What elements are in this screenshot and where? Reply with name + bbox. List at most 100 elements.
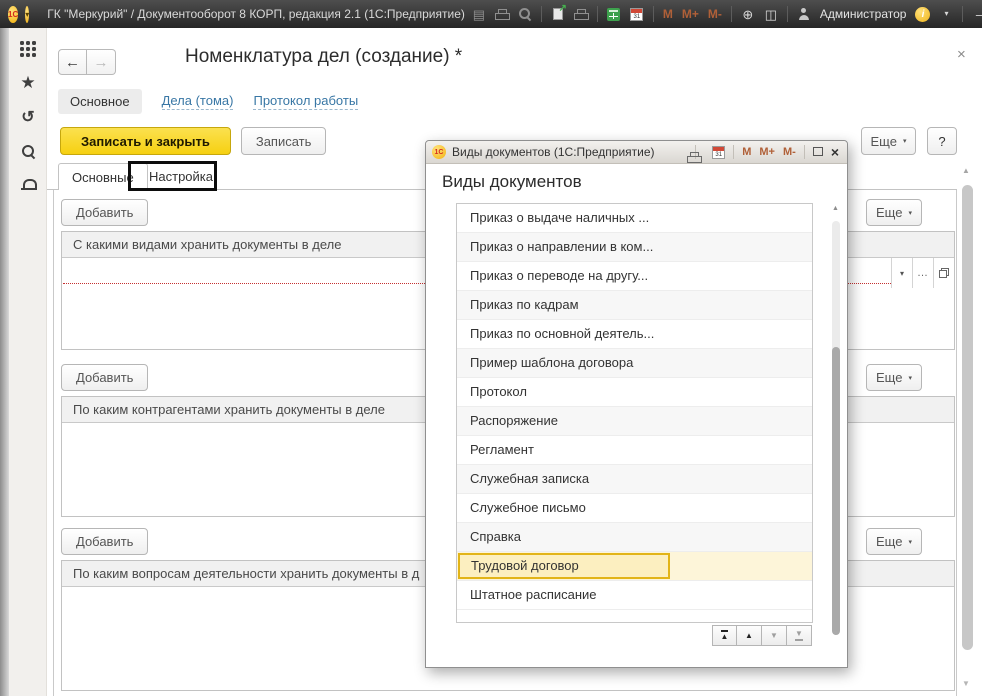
back-button[interactable]: ← (58, 49, 87, 75)
1c-logo-icon: 1С (8, 5, 19, 23)
memory-add-button[interactable]: M+ (682, 7, 699, 21)
form-navigation: Основное Дела (тома) Протокол работы (58, 88, 359, 114)
annotation-highlight-box (128, 161, 217, 191)
open-item-icon[interactable] (933, 258, 954, 288)
window-frame-edge (0, 28, 9, 696)
user-icon (797, 8, 811, 20)
1c-logo-icon: 1С (432, 145, 446, 159)
menu-grid-icon[interactable] (9, 36, 47, 62)
move-to-top-button[interactable]: ▲ (712, 625, 737, 646)
more-button-activities[interactable]: Еще ▾ (866, 528, 922, 555)
print-file-icon[interactable] (574, 8, 590, 20)
memory-add-button[interactable]: M+ (759, 146, 775, 158)
divider (730, 6, 732, 22)
search-icon[interactable] (9, 138, 47, 164)
add-button-counterparties[interactable]: Добавить (61, 364, 149, 391)
page-title: Номенклатура дел (создание) * (185, 46, 463, 67)
dialog-heading: Виды документов (442, 172, 582, 191)
list-item[interactable]: Штатное расписание (457, 581, 812, 610)
add-button-activities[interactable]: Добавить (61, 528, 149, 555)
app-window: 1С ▾ ГК "Меркурий" / Документооборот 8 К… (0, 0, 982, 696)
window-title: ГК "Меркурий" / Документооборот 8 КОРП, … (47, 7, 465, 21)
zoom-icon[interactable]: ⊕ (741, 8, 755, 21)
scroll-down-icon[interactable]: ▼ (962, 679, 970, 688)
divider (786, 6, 788, 22)
chevron-down-icon: ▾ (908, 209, 912, 217)
list-item[interactable]: Протокол (457, 378, 812, 407)
list-item[interactable]: Приказ по основной деятель... (457, 320, 812, 349)
list-item[interactable]: Служебное письмо (457, 494, 812, 523)
forward-button[interactable]: → (87, 49, 116, 75)
divider (596, 6, 598, 22)
favorites-icon[interactable]: ★ (9, 70, 47, 96)
list-item-selected[interactable]: Трудовой договор (457, 552, 812, 581)
move-down-button[interactable]: ▼ (762, 625, 787, 646)
save-icon[interactable]: ▤ (472, 8, 486, 21)
list-item[interactable]: Служебная записка (457, 465, 812, 494)
list-item[interactable]: Регламент (457, 436, 812, 465)
save-and-close-button[interactable]: Записать и закрыть (60, 127, 231, 155)
user-name[interactable]: Администратор (820, 7, 907, 21)
scroll-up-icon[interactable]: ▲ (832, 205, 839, 212)
save-button[interactable]: Записать (240, 127, 327, 155)
memory-subtract-button[interactable]: M- (783, 146, 796, 158)
divider (962, 6, 964, 22)
main-vertical-scrollbar[interactable]: ▲ ▼ (959, 164, 979, 690)
selected-cell[interactable]: Трудовой договор (458, 553, 670, 579)
more-button-top[interactable]: Еще ▾ (861, 127, 916, 155)
scroll-thumb[interactable] (832, 347, 840, 635)
list-item[interactable]: Распоряжение (457, 407, 812, 436)
divider (652, 6, 654, 22)
list-item[interactable]: Приказ о переводе на другу... (457, 262, 812, 291)
divider (733, 145, 735, 159)
scroll-down-icon[interactable]: ▼ (832, 630, 839, 637)
list-item[interactable]: Приказ о выдаче наличных ... (457, 204, 812, 233)
move-to-bottom-button[interactable]: ▼ (787, 625, 812, 646)
nav-link-cases[interactable]: Дела (тома) (161, 93, 234, 110)
dialog-close-button[interactable]: × (831, 144, 839, 160)
print-preview-icon[interactable] (518, 8, 532, 20)
info-icon[interactable]: i (915, 6, 931, 22)
scroll-thumb[interactable] (962, 185, 973, 650)
list-item[interactable]: Пример шаблона договора (457, 349, 812, 378)
add-button-doc-types[interactable]: Добавить (61, 199, 149, 226)
calculator-icon[interactable] (607, 7, 621, 21)
form-close-icon[interactable]: × (957, 46, 966, 63)
main-menu-button[interactable]: ▾ (25, 5, 30, 23)
chevron-down-icon[interactable]: ▾ (939, 10, 953, 18)
memory-recall-button[interactable]: M (742, 146, 751, 158)
notifications-bell-icon[interactable] (9, 172, 47, 198)
dialog-vertical-scrollbar[interactable]: ▲ ▼ (829, 205, 843, 637)
divider (540, 6, 542, 22)
minimize-button[interactable]: – (972, 8, 982, 21)
list-reorder-buttons: ▲ ▲ ▼ ▼ (712, 625, 812, 646)
memory-recall-button[interactable]: M (663, 7, 673, 21)
attach-file-icon[interactable]: ↗ (551, 4, 567, 20)
history-nav-buttons: ← → (58, 49, 116, 75)
split-columns-icon[interactable]: ◫ (764, 8, 778, 21)
nav-link-main[interactable]: Основное (58, 88, 142, 114)
chevron-down-icon: ▾ (908, 538, 912, 546)
scroll-up-icon[interactable]: ▲ (962, 166, 970, 175)
list-item[interactable]: Приказ по кадрам (457, 291, 812, 320)
dialog-maximize-button[interactable] (812, 143, 823, 161)
chevron-down-icon: ▾ (908, 374, 912, 382)
history-icon[interactable]: ↺ (9, 104, 47, 130)
list-item[interactable]: Приказ о направлении в ком... (457, 233, 812, 262)
more-button-counterparties[interactable]: Еще ▾ (866, 364, 922, 391)
dialog-titlebar: 1С Виды документов (1С:Предприятие) 31 M… (426, 141, 847, 164)
dialog-window-title: Виды документов (1С:Предприятие) (452, 145, 655, 159)
doc-types-list: Приказ о выдаче наличных ... Приказ о на… (456, 203, 813, 623)
list-item[interactable]: Справка (457, 523, 812, 552)
choose-dropdown-icon[interactable]: ▾ (891, 258, 912, 288)
memory-subtract-button[interactable]: M- (708, 7, 722, 21)
nav-link-protocol[interactable]: Протокол работы (253, 93, 359, 110)
print-icon[interactable] (495, 8, 511, 20)
calendar-icon[interactable]: 31 (712, 145, 726, 159)
move-up-button[interactable]: ▲ (737, 625, 762, 646)
more-button-doc-types[interactable]: Еще ▾ (866, 199, 922, 226)
help-button[interactable]: ? (927, 127, 957, 155)
choose-ellipsis-icon[interactable]: … (912, 258, 933, 288)
calendar-icon[interactable]: 31 (630, 7, 644, 21)
divider (803, 145, 805, 159)
